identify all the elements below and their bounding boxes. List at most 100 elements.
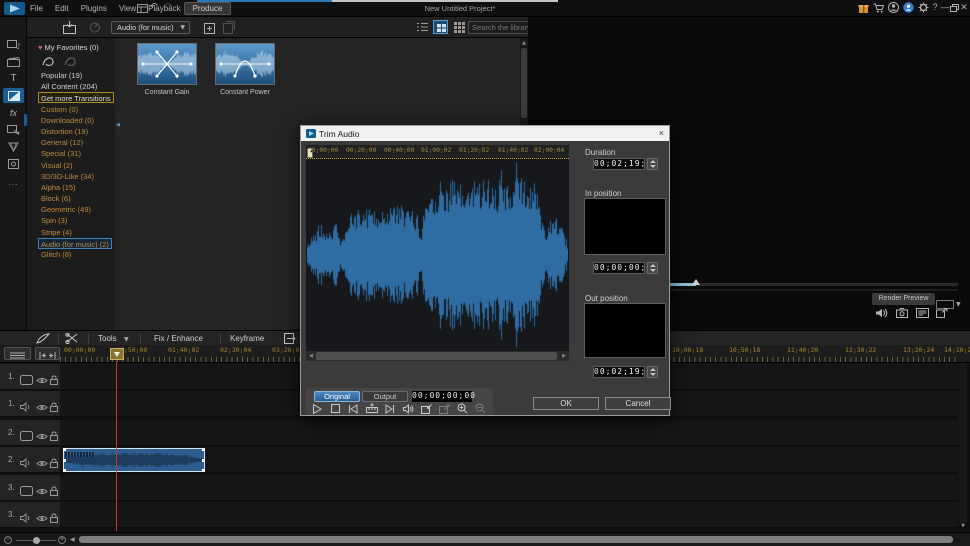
track-visibility-eye-icon[interactable]: [36, 399, 48, 417]
category-visual-2-[interactable]: Visual (2): [41, 161, 73, 170]
clip-trim-left-handle[interactable]: [63, 459, 66, 462]
help-icon[interactable]: ?: [930, 2, 940, 12]
preview-quality-icon[interactable]: [916, 308, 929, 318]
track-header-2-video[interactable]: 2.: [0, 420, 60, 446]
tools-menu[interactable]: Tools: [98, 334, 117, 343]
audio-clip[interactable]: [63, 448, 205, 472]
track-manager-button[interactable]: [4, 347, 31, 360]
dialog-close-icon[interactable]: ×: [659, 128, 664, 138]
favorites-item[interactable]: ♥ My Favorites (0): [38, 43, 99, 52]
track-lane-2-video[interactable]: [60, 420, 958, 446]
close-icon[interactable]: ✕: [959, 2, 969, 13]
menu-view[interactable]: View: [119, 4, 136, 13]
track-header-3-video[interactable]: 3.: [0, 475, 60, 501]
category-3d-3d-like-34-[interactable]: 3D/3D-Like (34): [41, 172, 94, 181]
transition-thumb-constant-power[interactable]: [215, 43, 275, 85]
restore-icon[interactable]: [950, 4, 959, 12]
track-visibility-eye-icon[interactable]: [36, 428, 48, 446]
trim-scroll-right-icon[interactable]: ▶: [560, 353, 568, 359]
track-lock-icon[interactable]: [49, 372, 59, 390]
original-tab[interactable]: Original: [314, 391, 360, 402]
ok-button[interactable]: OK: [533, 397, 599, 410]
effect-room-icon[interactable]: fx: [3, 105, 24, 120]
volume-icon[interactable]: [401, 403, 415, 414]
mark-in-icon[interactable]: [419, 403, 433, 414]
menu-file[interactable]: File: [30, 4, 43, 13]
trim-scroll-left-icon[interactable]: ◀: [307, 353, 315, 359]
new-folder-icon[interactable]: [204, 21, 217, 34]
cancel-button[interactable]: Cancel: [605, 397, 671, 410]
transition-cross-icon[interactable]: [63, 54, 79, 68]
out-position-spinner[interactable]: [647, 366, 658, 378]
title-room-icon[interactable]: T: [3, 71, 24, 86]
media-room-icon[interactable]: ♪: [3, 37, 24, 52]
category-get-more-transitions[interactable]: Get more Transitions: [38, 92, 114, 103]
in-position-spinner[interactable]: [647, 262, 658, 274]
fit-timeline-button[interactable]: [35, 347, 60, 360]
playhead-marker[interactable]: [110, 348, 124, 360]
step-forward-icon[interactable]: [383, 403, 397, 414]
menu-plugins[interactable]: Plugins: [81, 4, 107, 13]
particle-room-icon[interactable]: [3, 139, 24, 154]
tracks-scroll-down-icon[interactable]: ▼: [959, 523, 967, 529]
volume-icon[interactable]: [876, 308, 888, 318]
seek-handle[interactable]: [692, 279, 700, 285]
clip-trim-right-handle[interactable]: [202, 459, 205, 462]
track-lock-icon[interactable]: [49, 483, 59, 501]
zoom-in-button[interactable]: +: [58, 536, 66, 544]
category-alpha-15-[interactable]: Alpha (15): [41, 183, 76, 192]
render-preview-button[interactable]: Render Preview: [872, 293, 935, 305]
trim-ruler[interactable]: 00;00;0000;20;0000;40;0001;00;0201;20;02…: [306, 145, 569, 159]
layout-select-icon[interactable]: [137, 4, 148, 13]
gift-icon[interactable]: [858, 3, 869, 13]
category-audio-for-music-2-[interactable]: Audio (for music) (2): [38, 238, 112, 249]
transition-thumb-constant-gain[interactable]: [137, 43, 197, 85]
category-block-6-[interactable]: Block (6): [41, 194, 71, 203]
track-lane-3-video[interactable]: [60, 475, 958, 501]
trim-in-flag[interactable]: [307, 148, 313, 158]
library-filter-dropdown[interactable]: Audio (for music)▼: [111, 21, 190, 34]
track-lock-icon[interactable]: [49, 428, 59, 446]
template-room-icon[interactable]: [3, 54, 24, 69]
import-media-icon[interactable]: [63, 21, 78, 34]
trim-waveform-panel[interactable]: 00;00;0000;20;0000;40;0001;00;0201;20;02…: [306, 145, 569, 361]
list-view-icon[interactable]: [416, 21, 429, 33]
category-all-content-204-[interactable]: All Content (204): [41, 82, 97, 91]
zoom-slider-handle[interactable]: [33, 537, 40, 544]
play-icon[interactable]: [310, 403, 324, 414]
track-visibility-eye-icon[interactable]: [36, 372, 48, 390]
cart-icon[interactable]: [873, 3, 884, 13]
duration-spinner[interactable]: [647, 158, 658, 170]
track-lock-icon[interactable]: [49, 455, 59, 473]
account-icon[interactable]: [888, 2, 899, 13]
ratio-chevron-icon[interactable]: ▼: [956, 301, 961, 308]
member-icon[interactable]: [903, 2, 914, 13]
duration-field[interactable]: 00;02;19;07: [593, 158, 645, 170]
category-geometric-49-[interactable]: Geometric (49): [41, 205, 91, 214]
tools-chevron-icon[interactable]: ▼: [124, 336, 129, 343]
settings-gear-icon[interactable]: [918, 2, 929, 13]
category-popular-19-[interactable]: Popular (19): [41, 71, 82, 80]
step-back-icon[interactable]: [346, 403, 360, 414]
out-position-field[interactable]: 00;02;19;07: [593, 366, 645, 378]
track-visibility-eye-icon[interactable]: [36, 455, 48, 473]
stop-icon[interactable]: [328, 403, 342, 414]
horizontal-scrollbar[interactable]: [79, 536, 953, 543]
category-general-12-[interactable]: General (12): [41, 138, 83, 147]
minimize-icon[interactable]: —: [940, 2, 950, 12]
keyframe-button[interactable]: Keyframe: [230, 334, 264, 343]
in-position-field[interactable]: 00;00;00;00: [593, 262, 645, 274]
mark-out-icon[interactable]: [437, 403, 451, 414]
dialog-title-bar[interactable]: Trim Audio ×: [301, 126, 669, 141]
split-scissors-icon[interactable]: [65, 333, 79, 344]
track-visibility-eye-icon[interactable]: [36, 483, 48, 501]
track-lane-3-audio[interactable]: [60, 502, 958, 528]
category-glitch-8-[interactable]: Glitch (8): [41, 250, 71, 259]
category-custom-0-[interactable]: Custom (0): [41, 105, 78, 114]
category-collapse-tab[interactable]: ◀: [115, 114, 122, 136]
scroll-left-icon[interactable]: ◀: [70, 536, 75, 543]
detail-view-icon[interactable]: [453, 21, 466, 33]
output-tab[interactable]: Output: [362, 391, 408, 402]
track-visibility-eye-icon[interactable]: [36, 510, 48, 528]
zoom-out-icon[interactable]: [474, 403, 488, 414]
